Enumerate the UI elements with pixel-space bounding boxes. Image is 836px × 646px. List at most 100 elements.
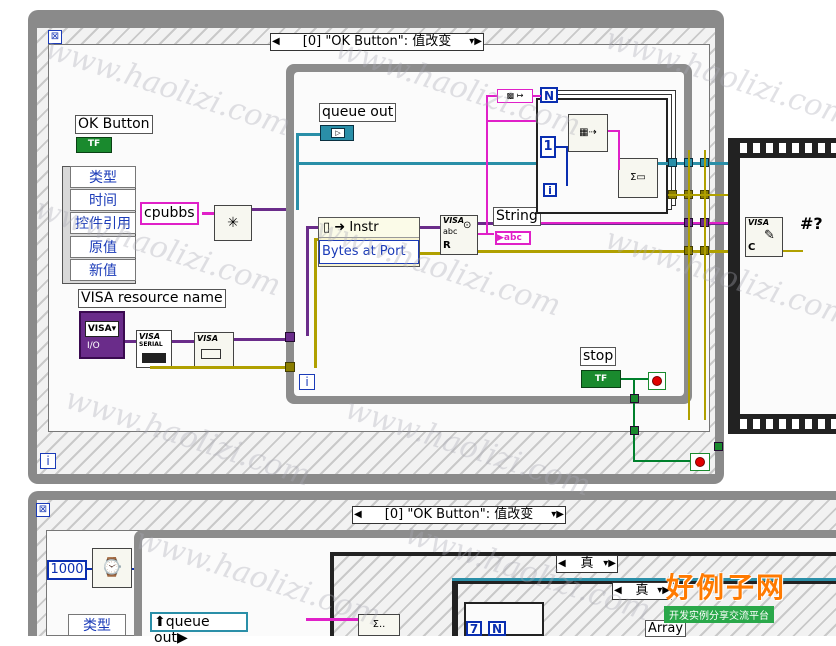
selector-decrement-icon[interactable]: ◀ — [272, 34, 280, 50]
selector-dropdown-icon-bottom[interactable]: ▾▶ — [551, 507, 564, 523]
wire-bottom-pink — [306, 618, 358, 621]
build-array-icon[interactable]: Σ▭ — [618, 158, 658, 198]
wire-vert-gold-1 — [688, 150, 690, 420]
visa-ctrl-arrow-icon: ▾ — [111, 324, 117, 334]
visa-ctrl-text: VISA — [87, 324, 112, 334]
visa-resource-label: VISA resource name — [78, 289, 226, 308]
queue-out-label: queue out — [319, 103, 397, 122]
error-handler-icon[interactable]: #? — [800, 214, 836, 254]
case-inner-label: 真 — [635, 583, 649, 598]
while-tunnel-visa-in — [285, 332, 295, 342]
visa-serial-config[interactable]: VISA SERIAL — [136, 330, 172, 368]
case-inner-prev-icon[interactable]: ◀ — [614, 583, 622, 599]
event-bottom-icon: ⊠ — [36, 503, 50, 517]
queue-out-tri-icon: ▶ — [176, 630, 188, 646]
selector-dropdown-icon[interactable]: ▾▶ — [469, 34, 482, 50]
string-arrow-icon: ▶ — [497, 233, 504, 243]
string-label: String — [493, 207, 541, 226]
wire-visa-loop-vert — [306, 226, 309, 336]
flat-sequence-interior — [740, 158, 836, 414]
event-item-type-bottom[interactable]: 类型 — [68, 614, 126, 636]
visa-write-text: VISA — [748, 218, 770, 227]
tunnel-queue-for — [668, 158, 677, 167]
event-structure-i: i — [40, 453, 56, 469]
wait-ms-icon[interactable]: ⌚ — [92, 548, 132, 588]
visa-serial-line1: VISA — [139, 332, 161, 341]
visa-io-text: I/O — [87, 341, 100, 351]
for-loop-n[interactable]: N — [540, 87, 558, 103]
event-case-selector-bottom[interactable]: ◀ [0] "OK Button": 值改变 ▾▶ — [352, 506, 566, 524]
visa-close-text: VISA — [197, 334, 219, 343]
wire-split-down — [618, 130, 620, 170]
outer-stop-icon[interactable] — [690, 453, 710, 471]
wire-string-vert — [486, 95, 488, 235]
wire-visa-3 — [234, 338, 290, 341]
wire-vert-gold-2 — [704, 150, 706, 420]
outer-tunnel — [714, 442, 723, 451]
n-label-bottom[interactable]: N — [488, 621, 506, 636]
event-data-ctlref[interactable]: 控件引用 — [70, 212, 136, 234]
while-loop-i: i — [299, 374, 315, 390]
queue-out-local-bottom[interactable]: ⬆queue out▶ — [150, 612, 248, 646]
stop-sign-icon — [652, 376, 662, 386]
wire-queue-top — [296, 133, 320, 136]
property-bytes-at-port[interactable]: Bytes at Port — [319, 240, 419, 264]
stop-condition-icon[interactable] — [648, 372, 666, 390]
enqueue-element-icon[interactable]: ✳ — [214, 205, 252, 241]
wire-stop-across — [633, 460, 691, 462]
event-case-selector-top[interactable]: ◀ [0] "OK Button": 值改变 ▾▶ — [270, 33, 484, 51]
build-array-bottom-icon[interactable]: Σ.. — [358, 614, 400, 636]
film-holes-top — [740, 143, 836, 153]
event-case-label: [0] "OK Button": 值改变 — [302, 34, 452, 49]
while-tunnel-error-in — [285, 362, 295, 372]
visa-read-abc: abc — [443, 227, 458, 236]
case-selector-outer[interactable]: ◀ 真 ▾▶ — [556, 555, 618, 573]
brand-subtitle: 开发实例分享交流平台 — [664, 606, 774, 623]
case-outer-prev-icon[interactable]: ◀ — [558, 556, 566, 572]
visa-close-icon — [201, 349, 221, 359]
wire-queue-vert — [296, 135, 299, 210]
case-outer-label: 真 — [580, 556, 594, 571]
property-node[interactable]: ▯ ➜ Instr Bytes at Port — [318, 217, 420, 267]
queue-out-arrow-icon: ⬆ — [154, 614, 166, 630]
event-data-time[interactable]: 时间 — [70, 189, 136, 211]
event-data-type[interactable]: 类型 — [70, 166, 136, 188]
wire-enqueue — [252, 208, 290, 211]
queue-out-terminal[interactable]: ▷ — [320, 125, 354, 141]
wire-const-to-n — [533, 95, 541, 97]
property-node-header: ▯ ➜ Instr — [319, 218, 419, 238]
cpubbs-terminal[interactable]: cpubbs — [140, 202, 199, 225]
for-loop-i: i — [543, 183, 557, 197]
visa-read-text: VISA — [443, 216, 465, 225]
brand-title: 好例子网 — [666, 571, 787, 604]
event-data-newval[interactable]: 新值 — [70, 259, 136, 281]
visa-serial-icon — [142, 353, 166, 363]
ok-button-terminal[interactable]: TF — [76, 137, 112, 153]
property-node-arrow-icon: ▯ ➜ — [323, 220, 350, 235]
visa-serial-line2: SERIAL — [139, 341, 163, 348]
visa-read[interactable]: VISA abc R ⊙ — [440, 215, 478, 255]
visa-write[interactable]: VISA C ✎ — [745, 217, 783, 257]
event-data-oldval[interactable]: 原值 — [70, 236, 136, 258]
visa-write-pencil-icon: ✎ — [764, 228, 775, 243]
wire-visa-2 — [172, 340, 196, 343]
split-string-icon[interactable]: ▦⇢ — [568, 114, 608, 152]
film-holes-bottom — [740, 419, 836, 429]
case-outer-dropdown-icon[interactable]: ▾▶ — [603, 556, 616, 572]
visa-resource-terminal[interactable]: VISA▾ I/O — [79, 311, 125, 359]
stop-tunnel-2 — [630, 426, 639, 435]
stop-terminal[interactable]: TF — [581, 370, 621, 388]
string-const-icon[interactable]: ▩ ↦ — [497, 89, 533, 103]
visa-close-icon-box[interactable]: VISA — [194, 332, 234, 368]
wire-prop-err — [420, 252, 440, 255]
const-one[interactable]: 1 — [540, 136, 556, 158]
property-node-class: Instr — [349, 220, 379, 235]
timeout-constant[interactable]: 1000 — [47, 560, 87, 580]
wire-prop-out — [420, 226, 440, 229]
stop-label: stop — [580, 347, 617, 366]
n-const-bottom[interactable]: 7 — [466, 621, 482, 636]
string-abc: abc — [503, 233, 522, 243]
stop-tunnel — [630, 394, 639, 403]
string-terminal[interactable]: ▶abc — [495, 231, 531, 245]
selector-decrement-icon-bottom[interactable]: ◀ — [354, 507, 362, 523]
